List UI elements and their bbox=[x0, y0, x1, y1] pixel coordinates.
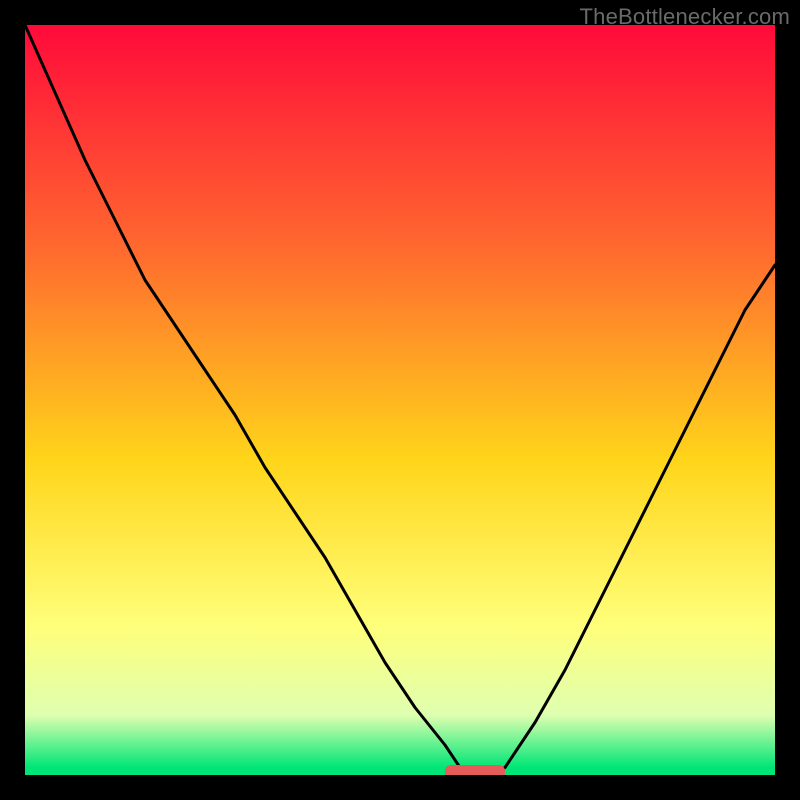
gradient-background bbox=[25, 25, 775, 775]
watermark-text: TheBottlenecker.com bbox=[580, 4, 790, 30]
chart-frame: TheBottlenecker.com bbox=[0, 0, 800, 800]
bottleneck-chart bbox=[25, 25, 775, 775]
optimal-marker bbox=[445, 765, 505, 775]
